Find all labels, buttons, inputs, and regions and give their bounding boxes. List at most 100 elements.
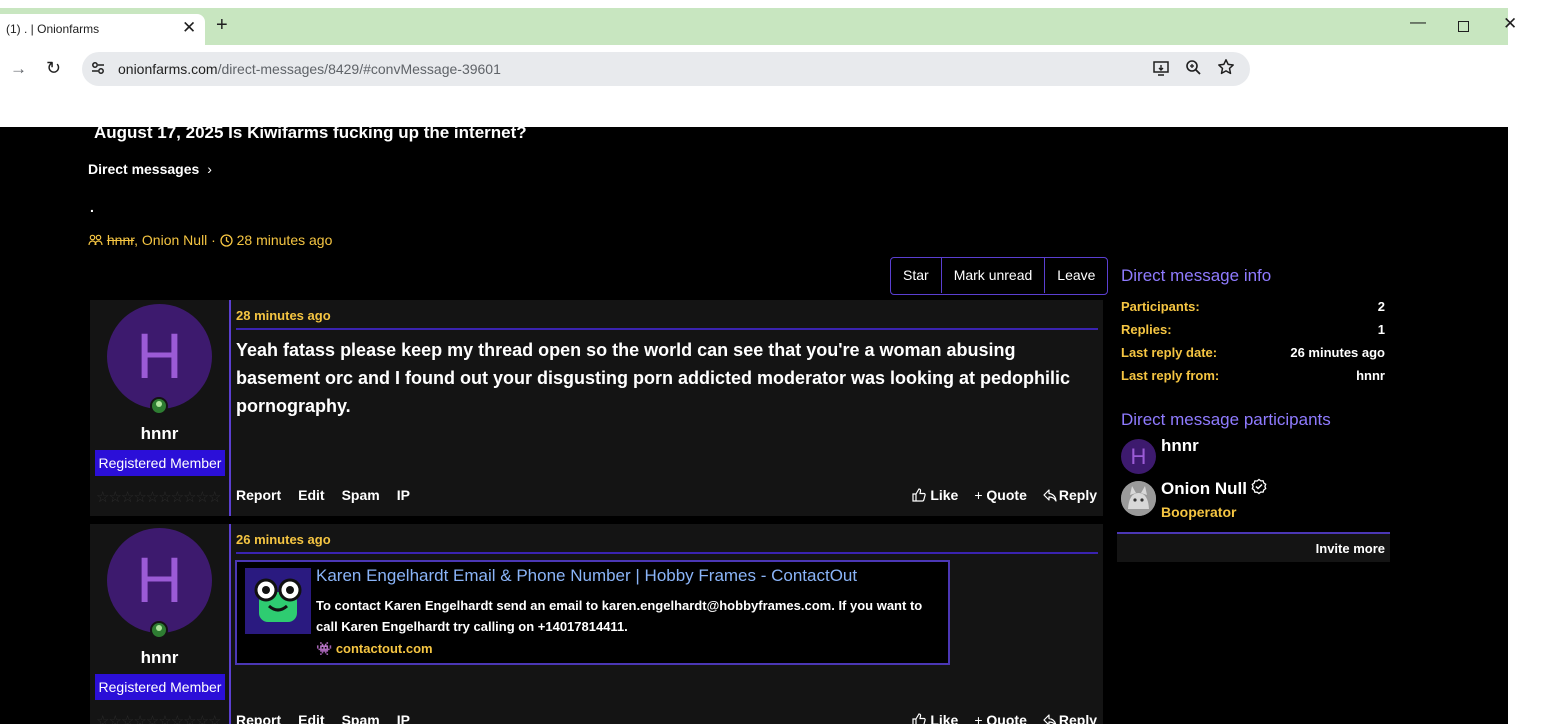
quote-label: Quote [986, 712, 1027, 724]
link-preview-domain: contactout.com [335, 641, 433, 656]
info-row: Replies: 1 [1121, 322, 1385, 345]
edit-button[interactable]: Edit [298, 712, 324, 724]
meta-users-rest: , Onion Null · [134, 232, 220, 248]
leave-button[interactable]: Leave [1045, 258, 1107, 293]
avatar[interactable] [1121, 481, 1156, 516]
new-tab-icon[interactable]: + [216, 14, 228, 36]
avatar[interactable]: H [1121, 439, 1156, 474]
username[interactable]: hnnr [90, 648, 229, 668]
message-time[interactable]: 26 minutes ago [236, 532, 331, 547]
ip-button[interactable]: IP [397, 712, 410, 724]
site-info-icon[interactable] [90, 60, 106, 79]
browser-tab-strip: (1) . | Onionfarms ✕ + — ✕ [0, 8, 1517, 45]
link-preview-title[interactable]: Karen Engelhardt Email & Phone Number | … [316, 566, 857, 586]
spam-button[interactable]: Spam [342, 712, 380, 724]
username[interactable]: hnnr [90, 424, 229, 444]
reply-label: Reply [1058, 487, 1097, 503]
rating-stars-icon: ☆☆☆☆☆☆☆☆☆☆ [96, 489, 221, 506]
info-value: 1 [1377, 322, 1385, 337]
online-status-icon [150, 621, 168, 639]
message-header-rule [236, 328, 1098, 330]
avatar[interactable]: H [107, 304, 212, 409]
page-title: August 17, 2025 Is Kiwifarms fucking up … [94, 127, 527, 142]
verified-badge-icon [1251, 478, 1267, 495]
quote-button[interactable]: + Quote [974, 712, 1027, 724]
quote-button[interactable]: + Quote [974, 487, 1027, 503]
info-value[interactable]: hnnr [1356, 368, 1385, 383]
minimize-icon[interactable]: — [1410, 14, 1426, 32]
message-actions-left: Report Edit Spam IP [236, 712, 427, 724]
invite-more-button[interactable]: Invite more [1316, 541, 1385, 556]
like-label: Like [930, 712, 959, 724]
avatar[interactable]: H [107, 528, 212, 633]
star-button[interactable]: Star [891, 258, 942, 293]
meta-time[interactable]: 28 minutes ago [237, 232, 333, 248]
reply-button[interactable]: Reply [1043, 487, 1097, 503]
zoom-icon[interactable] [1185, 59, 1202, 80]
info-list: Participants: 2 Replies: 1 Last reply date… [1121, 299, 1385, 391]
edit-button[interactable]: Edit [298, 487, 324, 503]
message-divider [229, 300, 231, 516]
info-label: Replies: [1121, 322, 1172, 337]
message-header-rule [236, 552, 1098, 554]
url-text[interactable]: onionfarms.com/direct-messages/8429/#con… [118, 61, 501, 77]
spam-button[interactable]: Spam [342, 487, 380, 503]
meta-user-hnnr[interactable]: hnnr [107, 232, 134, 248]
link-preview-source[interactable]: 👾 contactout.com [316, 641, 433, 657]
reload-icon[interactable]: ↻ [46, 58, 61, 79]
info-value[interactable]: 26 minutes ago [1290, 345, 1385, 360]
message-user-block: H hnnr Registered Member ☆☆☆☆☆☆☆☆☆☆ [90, 300, 229, 516]
user-role-badge: Registered Member [95, 674, 225, 700]
like-button[interactable]: Like [912, 487, 958, 503]
reply-icon [1043, 714, 1057, 724]
invite-more-bar: Invite more [1117, 532, 1390, 562]
address-bar[interactable]: onionfarms.com/direct-messages/8429/#con… [82, 52, 1250, 86]
bookmark-star-icon[interactable] [1217, 58, 1235, 80]
reply-button[interactable]: Reply [1043, 712, 1097, 724]
message-user-block: H hnnr Registered Member ☆☆☆☆☆☆☆☆☆☆ [90, 524, 229, 724]
online-status-icon [150, 397, 168, 415]
message-body: Yeah fatass please keep my thread open s… [236, 340, 1071, 416]
like-button[interactable]: Like [912, 712, 958, 724]
participant-role: Booperator [1161, 504, 1237, 520]
message: H hnnr Registered Member ☆☆☆☆☆☆☆☆☆☆ 26 m… [90, 524, 1103, 724]
thumbs-up-icon [912, 713, 927, 724]
link-preview[interactable]: Karen Engelhardt Email & Phone Number | … [235, 560, 950, 665]
participant-name[interactable]: Onion Null [1161, 478, 1268, 499]
reply-label: Reply [1058, 712, 1097, 724]
browser-tab[interactable]: (1) . | Onionfarms ✕ [0, 14, 205, 45]
forward-icon[interactable]: → [10, 59, 27, 79]
conversation-title: . [90, 199, 94, 215]
plus-icon: + [974, 712, 983, 724]
mark-unread-button[interactable]: Mark unread [942, 258, 1046, 293]
install-app-icon[interactable] [1152, 59, 1170, 81]
tab-title: (1) . | Onionfarms [6, 22, 100, 36]
breadcrumb-link[interactable]: Direct messages [88, 161, 199, 177]
report-button[interactable]: Report [236, 712, 281, 724]
conversation-meta: hnnr, Onion Null · 28 minutes ago [88, 232, 332, 248]
info-heading: Direct message info [1121, 266, 1272, 285]
chevron-right-icon: › [207, 161, 212, 177]
info-row: Last reply from: hnnr [1121, 368, 1385, 391]
info-label: Last reply from: [1121, 368, 1220, 383]
message-actions-right: Like + Quote Reply [896, 487, 1097, 503]
favicon-icon: 👾 [316, 641, 333, 656]
message-time[interactable]: 28 minutes ago [236, 308, 331, 323]
tab-close-icon[interactable]: ✕ [182, 18, 196, 38]
maximize-icon[interactable] [1458, 21, 1469, 32]
report-button[interactable]: Report [236, 487, 281, 503]
contactout-logo-icon [245, 568, 311, 634]
reply-icon [1043, 489, 1057, 502]
message-divider [229, 524, 231, 724]
link-preview-description: To contact Karen Engelhardt send an emai… [316, 598, 923, 634]
info-row: Participants: 2 [1121, 299, 1385, 322]
quote-label: Quote [986, 487, 1027, 503]
breadcrumb[interactable]: Direct messages › [88, 161, 212, 177]
window-close-icon[interactable]: ✕ [1503, 14, 1517, 34]
ip-button[interactable]: IP [397, 487, 410, 503]
info-value: 2 [1377, 299, 1385, 314]
message-actions-left: Report Edit Spam IP [236, 487, 427, 503]
clock-icon [220, 234, 233, 247]
message: H hnnr Registered Member ☆☆☆☆☆☆☆☆☆☆ 28 m… [90, 300, 1103, 516]
participant-name[interactable]: hnnr [1161, 436, 1199, 456]
